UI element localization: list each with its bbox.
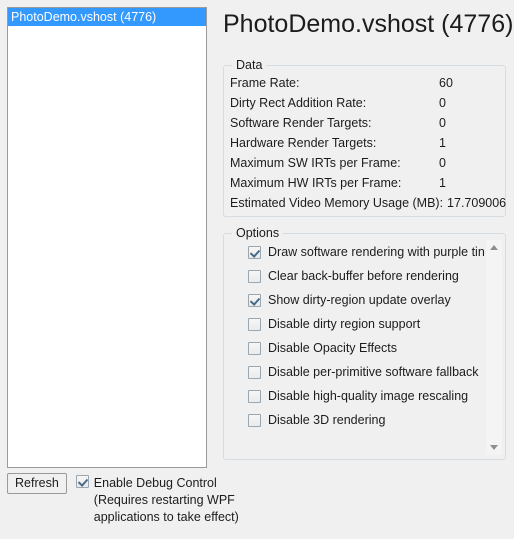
- data-row: Software Render Targets: 0: [230, 113, 501, 133]
- data-row-value: 60: [439, 76, 453, 90]
- option-checkbox-row[interactable]: Disable dirty region support: [226, 312, 485, 336]
- data-row: Dirty Rect Addition Rate: 0: [230, 93, 501, 113]
- data-row-label: Hardware Render Targets:: [230, 136, 377, 150]
- list-item-label: PhotoDemo.vshost (4776): [11, 10, 157, 24]
- data-row: Frame Rate: 60: [230, 73, 501, 93]
- options-groupbox-legend: Options: [232, 226, 284, 240]
- data-row: Estimated Video Memory Usage (MB): 17.709…: [230, 193, 506, 213]
- process-list-pane: PhotoDemo.vshost (4776): [7, 7, 207, 468]
- option-label: Clear back-buffer before rendering: [268, 269, 459, 283]
- enable-debug-control-label: Enable Debug Control (Requires restartin…: [93, 476, 239, 524]
- option-label: Show dirty-region update overlay: [268, 293, 451, 307]
- data-row-label: Maximum SW IRTs per Frame:: [230, 156, 401, 170]
- checkbox-icon[interactable]: [75, 475, 89, 488]
- option-label: Disable dirty region support: [268, 317, 421, 331]
- data-groupbox-legend: Data: [232, 58, 267, 72]
- data-row-label: Maximum HW IRTs per Frame:: [230, 176, 402, 190]
- data-row-value: 1: [439, 176, 446, 190]
- process-listbox[interactable]: PhotoDemo.vshost (4776): [7, 7, 207, 468]
- checkbox-icon[interactable]: [248, 245, 261, 259]
- data-row: Maximum SW IRTs per Frame: 0: [230, 153, 501, 173]
- option-label: Disable high-quality image rescaling: [268, 389, 469, 403]
- data-row-label: Estimated Video Memory Usage (MB):: [230, 196, 444, 210]
- option-checkbox-row[interactable]: Disable 3D rendering: [226, 408, 485, 432]
- checkbox-icon[interactable]: [248, 389, 261, 403]
- scroll-down-arrow-icon[interactable]: [486, 439, 502, 455]
- data-row-value: 0: [439, 156, 446, 170]
- option-checkbox-row[interactable]: Disable per-primitive software fallback: [226, 360, 485, 384]
- option-label: Disable Opacity Effects: [268, 341, 397, 355]
- refresh-button[interactable]: Refresh: [7, 473, 67, 494]
- data-row-value: 17.709006: [447, 196, 507, 210]
- option-checkbox-row[interactable]: Draw software rendering with purple tint: [226, 240, 485, 264]
- checkbox-icon[interactable]: [248, 293, 261, 307]
- data-row: Maximum HW IRTs per Frame: 1: [230, 173, 501, 193]
- data-groupbox: Data Frame Rate: 60 Dirty Rect Addition Ra…: [223, 58, 506, 217]
- checkbox-icon[interactable]: [248, 413, 261, 427]
- page-title: PhotoDemo.vshost (4776): [223, 10, 514, 38]
- data-row-value: 0: [439, 116, 446, 130]
- list-item[interactable]: PhotoDemo.vshost (4776): [8, 8, 206, 26]
- data-row-label: Frame Rate:: [230, 76, 300, 90]
- option-checkbox-row[interactable]: Clear back-buffer before rendering: [226, 264, 485, 288]
- bottom-bar: Refresh Enable Debug Control (Requires r…: [7, 473, 257, 526]
- option-checkbox-row[interactable]: Show dirty-region update overlay: [226, 288, 485, 312]
- option-checkbox-row[interactable]: Disable high-quality image rescaling: [226, 384, 485, 408]
- options-scrollbar[interactable]: [485, 240, 502, 455]
- data-row-label: Dirty Rect Addition Rate:: [230, 96, 367, 110]
- enable-debug-control-checkbox[interactable]: Enable Debug Control (Requires restartin…: [75, 473, 244, 526]
- option-checkbox-row[interactable]: Disable Opacity Effects: [226, 336, 485, 360]
- option-label: Disable 3D rendering: [268, 413, 386, 427]
- checkbox-icon[interactable]: [248, 341, 261, 355]
- data-row-label: Software Render Targets:: [230, 116, 372, 130]
- options-groupbox: Options Draw software rendering with pur…: [223, 226, 506, 460]
- option-label: Disable per-primitive software fallback: [268, 365, 479, 379]
- checkbox-icon[interactable]: [248, 269, 261, 283]
- scroll-up-arrow-icon[interactable]: [486, 240, 502, 256]
- data-row: Hardware Render Targets: 1: [230, 133, 501, 153]
- data-row-value: 1: [439, 136, 446, 150]
- data-rows: Frame Rate: 60 Dirty Rect Addition Rate: 0 S…: [230, 73, 506, 213]
- option-label: Draw software rendering with purple tint: [268, 245, 485, 259]
- options-list: Draw software rendering with purple tint…: [226, 240, 485, 456]
- checkbox-icon[interactable]: [248, 365, 261, 379]
- checkbox-icon[interactable]: [248, 317, 261, 331]
- data-row-value: 0: [439, 96, 446, 110]
